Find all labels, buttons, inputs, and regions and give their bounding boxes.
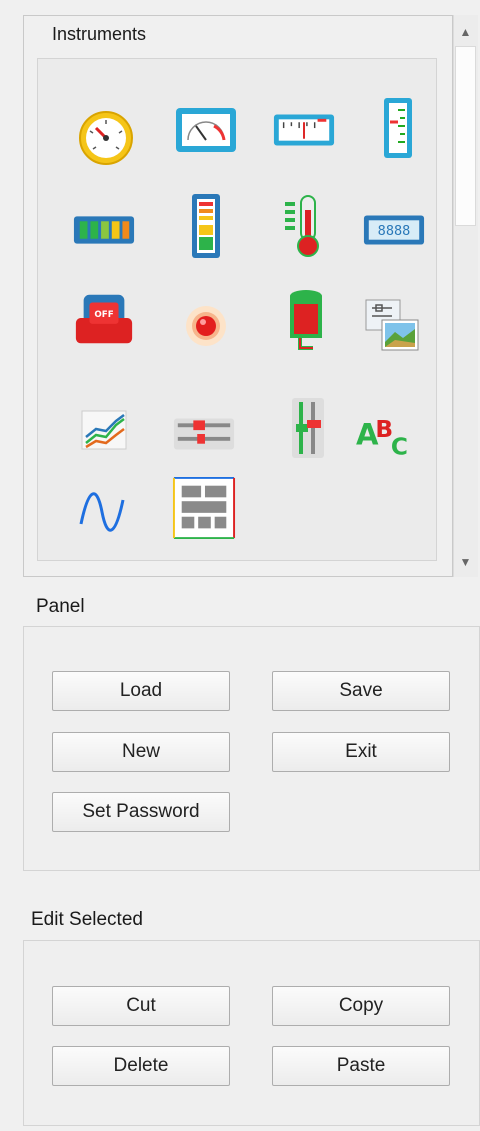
off-switch-icon[interactable]: OFF xyxy=(72,290,136,350)
load-button[interactable]: Load xyxy=(52,671,230,711)
text-label-icon[interactable]: A B C xyxy=(354,404,418,464)
delete-button[interactable]: Delete xyxy=(52,1046,230,1086)
round-gauge-icon[interactable] xyxy=(74,108,138,168)
thermometer-icon[interactable] xyxy=(272,195,336,257)
battery-bar-icon[interactable] xyxy=(72,200,136,260)
panel-title: Panel xyxy=(36,596,85,617)
svg-text:C: C xyxy=(391,433,408,460)
cut-button[interactable]: Cut xyxy=(52,986,230,1026)
edit-selected-title: Edit Selected xyxy=(31,909,143,930)
new-button[interactable]: New xyxy=(52,732,230,772)
vertical-level-icon[interactable] xyxy=(174,194,238,258)
vertical-scale-icon[interactable] xyxy=(366,98,430,158)
red-led-icon[interactable] xyxy=(174,296,238,356)
save-button[interactable]: Save xyxy=(272,671,450,711)
scroll-up-arrow-icon[interactable]: ▲ xyxy=(453,18,478,46)
paste-button[interactable]: Paste xyxy=(272,1046,450,1086)
tank-icon[interactable] xyxy=(274,290,338,350)
linear-meter-icon[interactable] xyxy=(272,100,336,160)
image-icon[interactable] xyxy=(360,296,424,356)
digital-display-icon[interactable]: 8888 xyxy=(362,200,426,260)
exit-button[interactable]: Exit xyxy=(272,732,450,772)
horizontal-slider-icon[interactable] xyxy=(172,404,236,464)
grid-layout-icon[interactable] xyxy=(172,476,236,540)
copy-button[interactable]: Copy xyxy=(272,986,450,1026)
scroll-thumb[interactable] xyxy=(455,46,476,226)
scroll-down-arrow-icon[interactable]: ▼ xyxy=(453,548,478,576)
svg-text:8888: 8888 xyxy=(378,223,411,239)
svg-text:OFF: OFF xyxy=(94,310,113,320)
arc-meter-icon[interactable] xyxy=(174,100,238,160)
sine-wave-icon[interactable] xyxy=(70,482,134,542)
instruments-title: Instruments xyxy=(52,24,147,44)
edit-selected-group xyxy=(23,940,480,1126)
vertical-slider-icon[interactable] xyxy=(276,398,340,458)
line-chart-icon[interactable] xyxy=(72,400,136,460)
set-password-button[interactable]: Set Password xyxy=(52,792,230,832)
